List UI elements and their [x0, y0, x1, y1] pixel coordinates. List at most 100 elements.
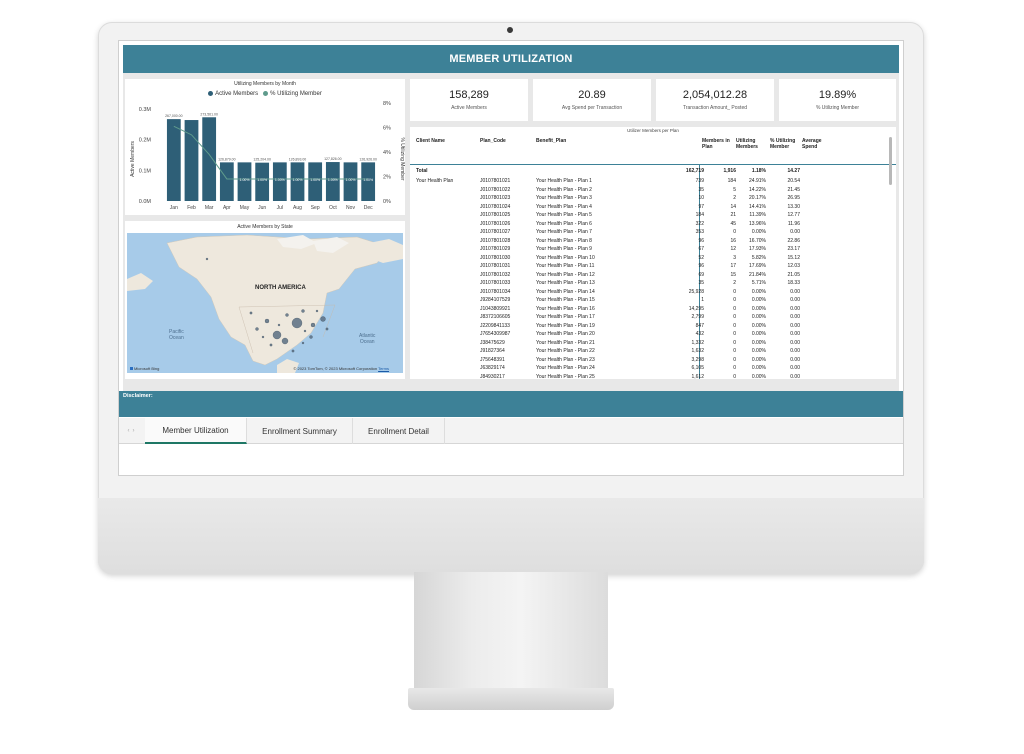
- cell-pct: 0.00%: [751, 348, 766, 354]
- table-row[interactable]: J0107801032 Your Health Plan - Plan 12 69 1…: [410, 271, 880, 280]
- cell-utilizing: 21: [730, 212, 736, 218]
- screen: MEMBER UTILIZATION Utilizing Members by …: [118, 40, 904, 476]
- cell-pct: 14.22%: [749, 186, 766, 193]
- col-benefit[interactable]: Benefit_Plan: [536, 138, 566, 144]
- table-row[interactable]: J75648391 Your Health Plan - Plan 23 3,298…: [410, 356, 880, 365]
- cell-plan: J0107801032: [480, 271, 511, 278]
- col-avg[interactable]: Average Spend: [802, 138, 834, 150]
- x-tick-label: Oct: [329, 205, 337, 211]
- cell-utilizing: 0: [733, 322, 736, 329]
- cell-avg: 12.03: [787, 263, 800, 269]
- cell-benefit: Your Health Plan - Plan 24: [536, 365, 595, 371]
- cell-pct: 0.00%: [751, 373, 766, 380]
- cell-pct: 0.00%: [751, 331, 766, 337]
- cell-avg: 23.17: [787, 246, 800, 252]
- page-tabs: ‹ › Member Utilization Enrollment Summar…: [119, 418, 903, 444]
- kpi-value: 20.89: [578, 89, 606, 101]
- table-row[interactable]: J0107801029 Your Health Plan - Plan 9 67 12…: [410, 245, 880, 254]
- table-row[interactable]: J63829174 Your Health Plan - Plan 24 6,105…: [410, 364, 880, 373]
- cell-avg: 12.77: [787, 212, 800, 218]
- cell-pct: 0.00%: [751, 314, 766, 320]
- cell-plan: J0107801034: [480, 288, 511, 295]
- tab-enrollment-summary[interactable]: Enrollment Summary: [247, 418, 353, 444]
- tab-member-utilization[interactable]: Member Utilization: [145, 418, 247, 444]
- kpi-avg-spend: 20.89 Avg Spend per Transaction: [533, 79, 651, 121]
- table-row[interactable]: J2209841133 Your Health Plan - Plan 19 847…: [410, 322, 880, 331]
- utilizing-members-chart[interactable]: Utilizing Members by Month Active Member…: [125, 79, 405, 215]
- chevron-right-icon[interactable]: ›: [133, 428, 135, 434]
- cell-avg: 0.00: [790, 314, 800, 320]
- y-tick-label: 0.3M: [139, 107, 152, 113]
- members-map[interactable]: NORTH AMERICA Pacific Ocean Atlantic Oce…: [127, 233, 403, 373]
- table-row[interactable]: J7654309987 Your Health Plan - Plan 20 432…: [410, 330, 880, 339]
- cell-plan: J9284107529: [480, 297, 511, 303]
- table-row[interactable]: J9284107529 Your Health Plan - Plan 15 1 0 0…: [410, 296, 880, 305]
- bar: [219, 162, 234, 201]
- y2-tick-label: 0%: [383, 199, 391, 205]
- map-label-continent: NORTH AMERICA: [255, 285, 306, 291]
- table-row[interactable]: J0107801027 Your Health Plan - Plan 7 353 0…: [410, 228, 880, 237]
- cell-members: 847: [695, 322, 704, 329]
- line-data-label: 1.00%: [275, 178, 285, 182]
- table-row[interactable]: J0107801034 Your Health Plan - Plan 14 25,…: [410, 288, 880, 297]
- map-land: [127, 234, 403, 373]
- table-row[interactable]: Your Health Plan J0107801021 Your Health P…: [410, 177, 880, 186]
- x-tick-label: Jul: [277, 205, 283, 211]
- utilizer-table: Utilizer Members per Plan Client Name Pl…: [410, 127, 896, 379]
- table-scrollbar[interactable]: [889, 137, 892, 185]
- table-row[interactable]: J0107801030 Your Health Plan - Plan 10 52 3…: [410, 254, 880, 263]
- map-terms-link[interactable]: Terms: [378, 366, 389, 371]
- kpi-utilizing-member: 19.89% % Utilizing Member: [779, 79, 896, 121]
- report-canvas: MEMBER UTILIZATION Utilizing Members by …: [123, 45, 899, 391]
- cell-benefit: Your Health Plan - Plan 17: [536, 314, 595, 320]
- table-row[interactable]: J0107801025 Your Health Plan - Plan 5 184 2…: [410, 211, 880, 220]
- monitor-chin: [98, 498, 924, 574]
- col-pct[interactable]: % Utilizing Member: [770, 138, 802, 150]
- cell-plan: J38475629: [480, 339, 505, 346]
- table-row[interactable]: J0107801033 Your Health Plan - Plan 13 35 2…: [410, 279, 880, 288]
- table-row[interactable]: J0107801026 Your Health Plan - Plan 6 322 4…: [410, 220, 880, 229]
- table-row[interactable]: J0107801022 Your Health Plan - Plan 2 35 5 1…: [410, 186, 880, 195]
- cell-utilizing: 0: [733, 314, 736, 320]
- line-data-label: 1.00%: [328, 178, 338, 182]
- y2-tick-label: 6%: [383, 126, 391, 132]
- cell-members: 1,632: [691, 348, 704, 354]
- col-client[interactable]: Client Name: [416, 138, 445, 144]
- cell-members: 69: [698, 271, 704, 278]
- table-row[interactable]: J91827364 Your Health Plan - Plan 22 1,632…: [410, 347, 880, 356]
- chevron-left-icon[interactable]: ‹: [128, 428, 130, 434]
- table-row[interactable]: J8372106605 Your Health Plan - Plan 17 2,7…: [410, 313, 880, 322]
- cell-avg: 0.00: [790, 229, 800, 235]
- table-header: Client Name Plan_Code Benefit_Plan Membe…: [410, 135, 896, 165]
- cell-plan: J75648391: [480, 356, 505, 363]
- cell-client: Your Health Plan: [416, 178, 454, 184]
- tab-enrollment-detail[interactable]: Enrollment Detail: [353, 418, 445, 444]
- kpi-active-members: 158,289 Active Members: [410, 79, 528, 121]
- table-row[interactable]: J1043809921 Your Health Plan - Plan 16 14,…: [410, 305, 880, 314]
- table-row[interactable]: J0107801028 Your Health Plan - Plan 8 96 16…: [410, 237, 880, 246]
- col-members[interactable]: Members in Plan: [702, 138, 734, 150]
- cell-utilizing: 0: [733, 348, 736, 354]
- table-row[interactable]: J38475629 Your Health Plan - Plan 21 1,332…: [410, 339, 880, 348]
- table-row-total[interactable]: Total 162,719 1,916 1.18% 14.27: [410, 167, 880, 176]
- x-tick-label: Sep: [311, 205, 320, 211]
- col-utilizing[interactable]: Utilizing Members: [736, 138, 766, 150]
- table-row[interactable]: J0107801031 Your Health Plan - Plan 11 96 1…: [410, 262, 880, 271]
- table-title: Utilizer Members per Plan: [627, 128, 679, 133]
- table-row[interactable]: J84930217 Your Health Plan - Plan 25 1,612…: [410, 373, 880, 380]
- map-title: Active Members by State: [237, 224, 293, 230]
- cell-members: 10: [698, 195, 704, 201]
- bar-data-label: 126,893.00: [289, 157, 307, 161]
- cell-plan: J2209841133: [480, 322, 510, 329]
- table-row[interactable]: J0107801023 Your Health Plan - Plan 3 10 2 2…: [410, 194, 880, 203]
- cell-members: 739: [695, 178, 704, 184]
- cell-pct: 24.91%: [749, 178, 766, 184]
- cell-utilizing: 16: [730, 237, 736, 244]
- table-row[interactable]: J0107801024 Your Health Plan - Plan 4 97 14…: [410, 203, 880, 212]
- cell-plan: J63829174: [480, 365, 505, 371]
- cell-pct: 13.96%: [749, 220, 766, 227]
- cell-plan: J84930217: [480, 373, 505, 380]
- cell-benefit: Your Health Plan - Plan 6: [536, 220, 592, 227]
- col-plan-code[interactable]: Plan_Code: [480, 138, 506, 144]
- map-label-pacific: Pacific Ocean: [169, 329, 184, 341]
